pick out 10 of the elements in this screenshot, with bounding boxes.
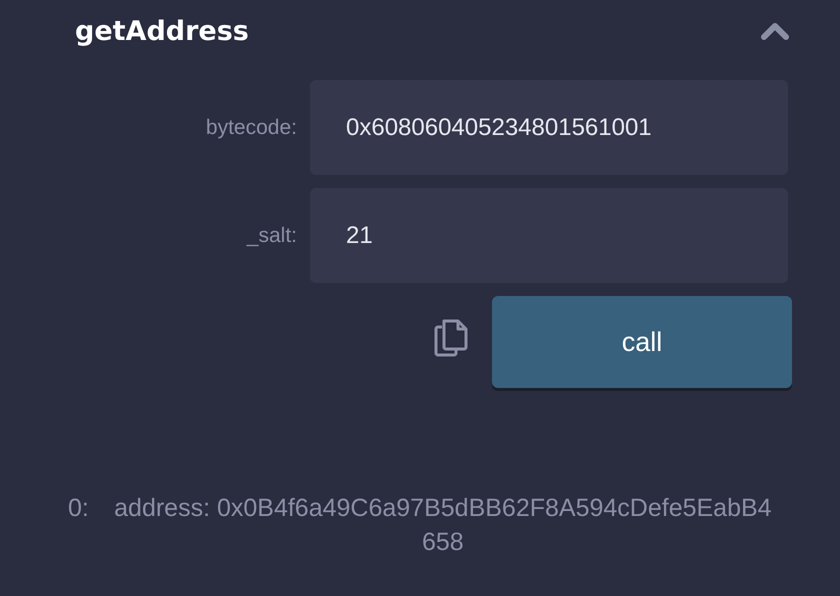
input-field[interactable]: 21	[310, 188, 788, 283]
field-label: _salt:	[246, 224, 297, 248]
call-button[interactable]: call	[492, 296, 792, 388]
copy-icon[interactable]	[434, 319, 468, 357]
function-title: getAddress	[75, 16, 249, 46]
output-value: address: 0x0B4f6a49C6a97B5dBB62F8A594cDefe5EabB4658	[113, 493, 773, 558]
field-label: bytecode:	[204, 116, 297, 140]
input-field[interactable]: 0x608060405234801561001	[310, 80, 788, 175]
chevron-icon[interactable]	[760, 22, 790, 40]
output-index: 0:	[68, 493, 89, 524]
